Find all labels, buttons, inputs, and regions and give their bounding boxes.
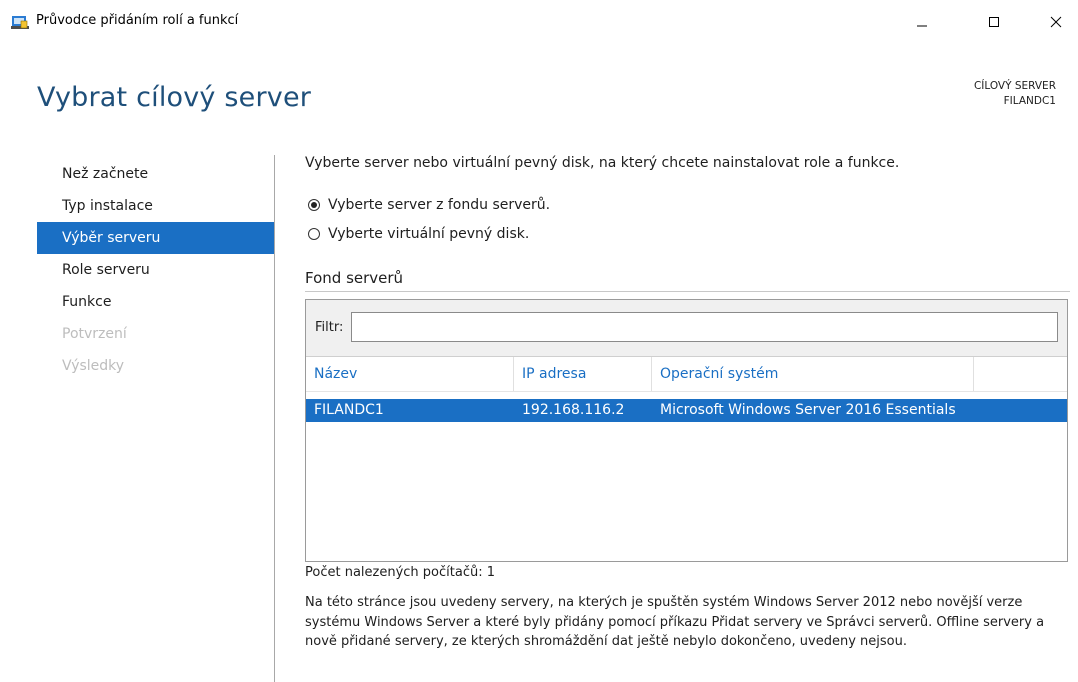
option-server-pool[interactable]: Vyberte server z fondu serverů. — [308, 197, 550, 213]
nav-item-features[interactable]: Funkce — [37, 286, 275, 318]
intro-text: Vyberte server nebo virtuální pevný disk… — [305, 155, 900, 171]
table-header: Název IP adresa Operační systém — [306, 357, 1067, 392]
nav-item-server-roles[interactable]: Role serveru — [37, 254, 275, 286]
radio-button-selected[interactable] — [308, 199, 320, 211]
wizard-nav: Než začnete Typ instalace Výběr serveru … — [37, 158, 275, 382]
option-server-pool-label: Vyberte server z fondu serverů. — [328, 197, 551, 213]
window-title: Průvodce přidáním rolí a funkcí — [36, 13, 239, 28]
column-header-ip[interactable]: IP adresa — [514, 357, 652, 391]
table-row[interactable]: FILANDC1 192.168.116.2 Microsoft Windows… — [306, 399, 1067, 422]
info-note: Na této stránce jsou uvedeny servery, na… — [305, 595, 1045, 649]
target-server-name: FILANDC1 — [1003, 95, 1056, 107]
server-pool-panel: Filtr: Název IP adresa Operační systém F… — [305, 299, 1068, 562]
heading-divider — [305, 291, 1070, 292]
nav-divider — [274, 155, 275, 682]
page-title: Vybrat cílový server — [37, 82, 312, 113]
minimize-icon — [917, 25, 927, 27]
maximize-icon — [989, 17, 999, 27]
close-button[interactable] — [1034, 8, 1078, 36]
column-header-os[interactable]: Operační systém — [652, 357, 974, 391]
close-icon — [1050, 16, 1062, 28]
server-manager-icon — [11, 14, 29, 30]
option-virtual-disk-label: Vyberte virtuální pevný disk. — [328, 226, 530, 242]
computers-found-count: Počet nalezených počítačů: 1 — [305, 565, 495, 580]
maximize-button[interactable] — [972, 8, 1016, 36]
nav-item-confirmation: Potvrzení — [62, 326, 127, 342]
minimize-button[interactable] — [900, 8, 944, 36]
filter-label: Filtr: — [315, 320, 344, 335]
target-server-label: CÍLOVÝ SERVER — [973, 80, 1056, 92]
nav-item-before-you-begin[interactable]: Než začnete — [37, 158, 275, 190]
nav-item-server-selection[interactable]: Výběr serveru — [37, 222, 275, 254]
filter-bar: Filtr: — [306, 300, 1067, 357]
nav-item-installation-type[interactable]: Typ instalace — [37, 190, 275, 222]
window-titlebar: Průvodce přidáním rolí a funkcí — [0, 0, 1078, 44]
column-header-name[interactable]: Název — [306, 357, 514, 391]
server-pool-heading: Fond serverů — [305, 269, 404, 287]
nav-item-results: Výsledky — [62, 358, 125, 374]
cell-name: FILANDC1 — [314, 402, 384, 418]
option-virtual-disk[interactable]: Vyberte virtuální pevný disk. — [308, 226, 529, 242]
filter-input[interactable] — [351, 312, 1058, 342]
cell-os: Microsoft Windows Server 2016 Essentials — [660, 402, 956, 418]
radio-button[interactable] — [308, 228, 320, 240]
cell-ip: 192.168.116.2 — [522, 402, 625, 418]
